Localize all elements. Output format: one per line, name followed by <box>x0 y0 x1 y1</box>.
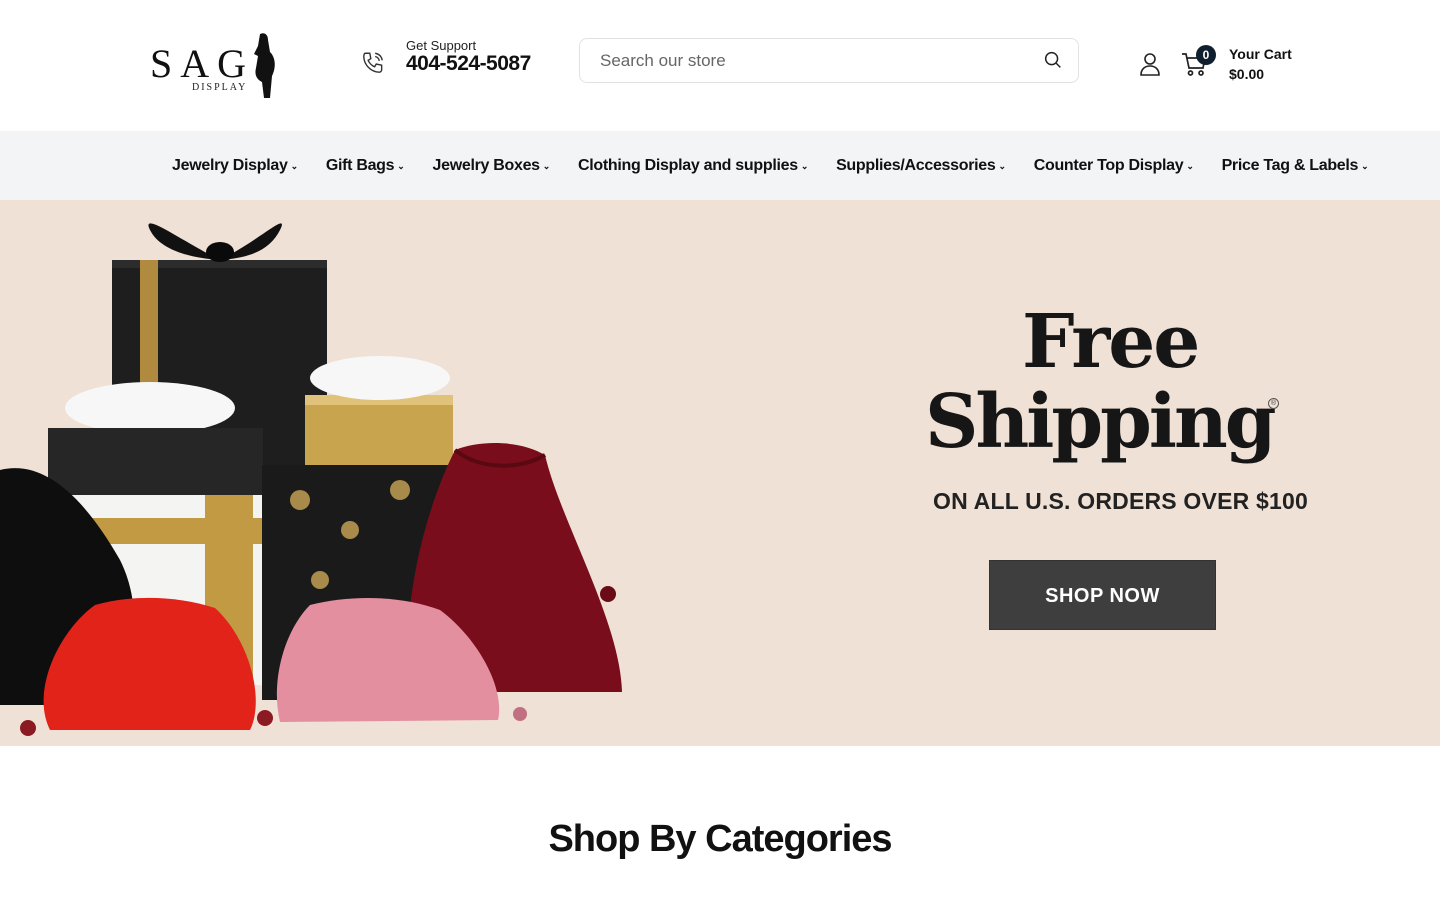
nav-item-label: Jewelry Boxes <box>432 156 541 174</box>
support-label: Get Support <box>406 38 477 53</box>
cart-label[interactable]: Your Cart <box>1229 46 1292 62</box>
hero-banner[interactable]: Free Shipping ® ON ALL U.S. ORDERS OVER … <box>0 200 1440 746</box>
chevron-down-icon: ⌄ <box>998 161 1006 171</box>
chevron-down-icon: ⌄ <box>1186 161 1194 171</box>
hero-headline-shipping: Shipping <box>925 379 1276 465</box>
nav-item-supplies-accessories[interactable]: Supplies/Accessories ⌄ <box>836 157 1006 175</box>
user-icon[interactable] <box>1138 51 1162 77</box>
search-input[interactable] <box>600 50 1020 72</box>
chevron-down-icon: ⌄ <box>800 161 809 171</box>
main-navigation: Jewelry Display ⌄ Gift Bags ⌄ Jewelry Boxe… <box>0 131 1440 200</box>
logo-text: SAG <box>150 41 255 86</box>
nav-item-gift-bags[interactable]: Gift Bags ⌄ <box>326 157 405 175</box>
nav-item-label: Jewelry Display <box>172 156 288 174</box>
nav-item-label: Gift Bags <box>325 156 395 174</box>
logo-subtext: DISPLAY <box>192 82 248 93</box>
nav-item-label: Supplies/Accessories <box>836 156 996 174</box>
search-icon[interactable] <box>1042 49 1064 71</box>
registered-icon: ® <box>1268 398 1279 409</box>
nav-item-label: Clothing Display and supplies <box>578 156 798 174</box>
cart-count-badge: 0 <box>1196 45 1216 65</box>
hero-subline: ON ALL U.S. ORDERS OVER $100 <box>933 488 1308 514</box>
nav-item-jewelry-display[interactable]: Jewelry Display ⌄ <box>172 157 298 175</box>
nav-item-label: Price Tag & Labels <box>1221 156 1359 174</box>
search-bar <box>579 38 1079 83</box>
nav-list: Jewelry Display ⌄ Gift Bags ⌄ Jewelry Boxe… <box>172 131 1396 200</box>
shop-now-button[interactable]: SHOP NOW <box>989 560 1216 630</box>
nav-item-label: Counter Top Display <box>1033 156 1184 174</box>
support-phone-number[interactable]: 404-524-5087 <box>406 52 531 76</box>
nav-item-jewelry-boxes[interactable]: Jewelry Boxes ⌄ <box>433 157 551 175</box>
cart-total[interactable]: $0.00 <box>1229 66 1264 82</box>
site-header: SAG DISPLAY Get Support 404-524-5087 0 Y… <box>0 0 1440 131</box>
chevron-down-icon: ⌄ <box>1361 161 1369 171</box>
chevron-down-icon: ⌄ <box>542 161 551 171</box>
chevron-down-icon: ⌄ <box>290 161 299 171</box>
nav-item-price-tag-labels[interactable]: Price Tag & Labels ⌄ <box>1222 157 1369 175</box>
chevron-down-icon: ⌄ <box>397 161 405 171</box>
site-logo[interactable]: SAG DISPLAY <box>150 32 280 102</box>
nav-item-counter-top-display[interactable]: Counter Top Display ⌄ <box>1034 157 1194 175</box>
hero-headline-free: Free <box>1022 299 1200 385</box>
nav-item-clothing-display[interactable]: Clothing Display and supplies ⌄ <box>578 157 808 175</box>
section-title-categories: Shop By Categories <box>548 818 892 860</box>
phone-icon <box>363 52 383 73</box>
logo-silhouette-icon <box>254 33 275 98</box>
hero-gift-boxes-image <box>0 223 622 736</box>
